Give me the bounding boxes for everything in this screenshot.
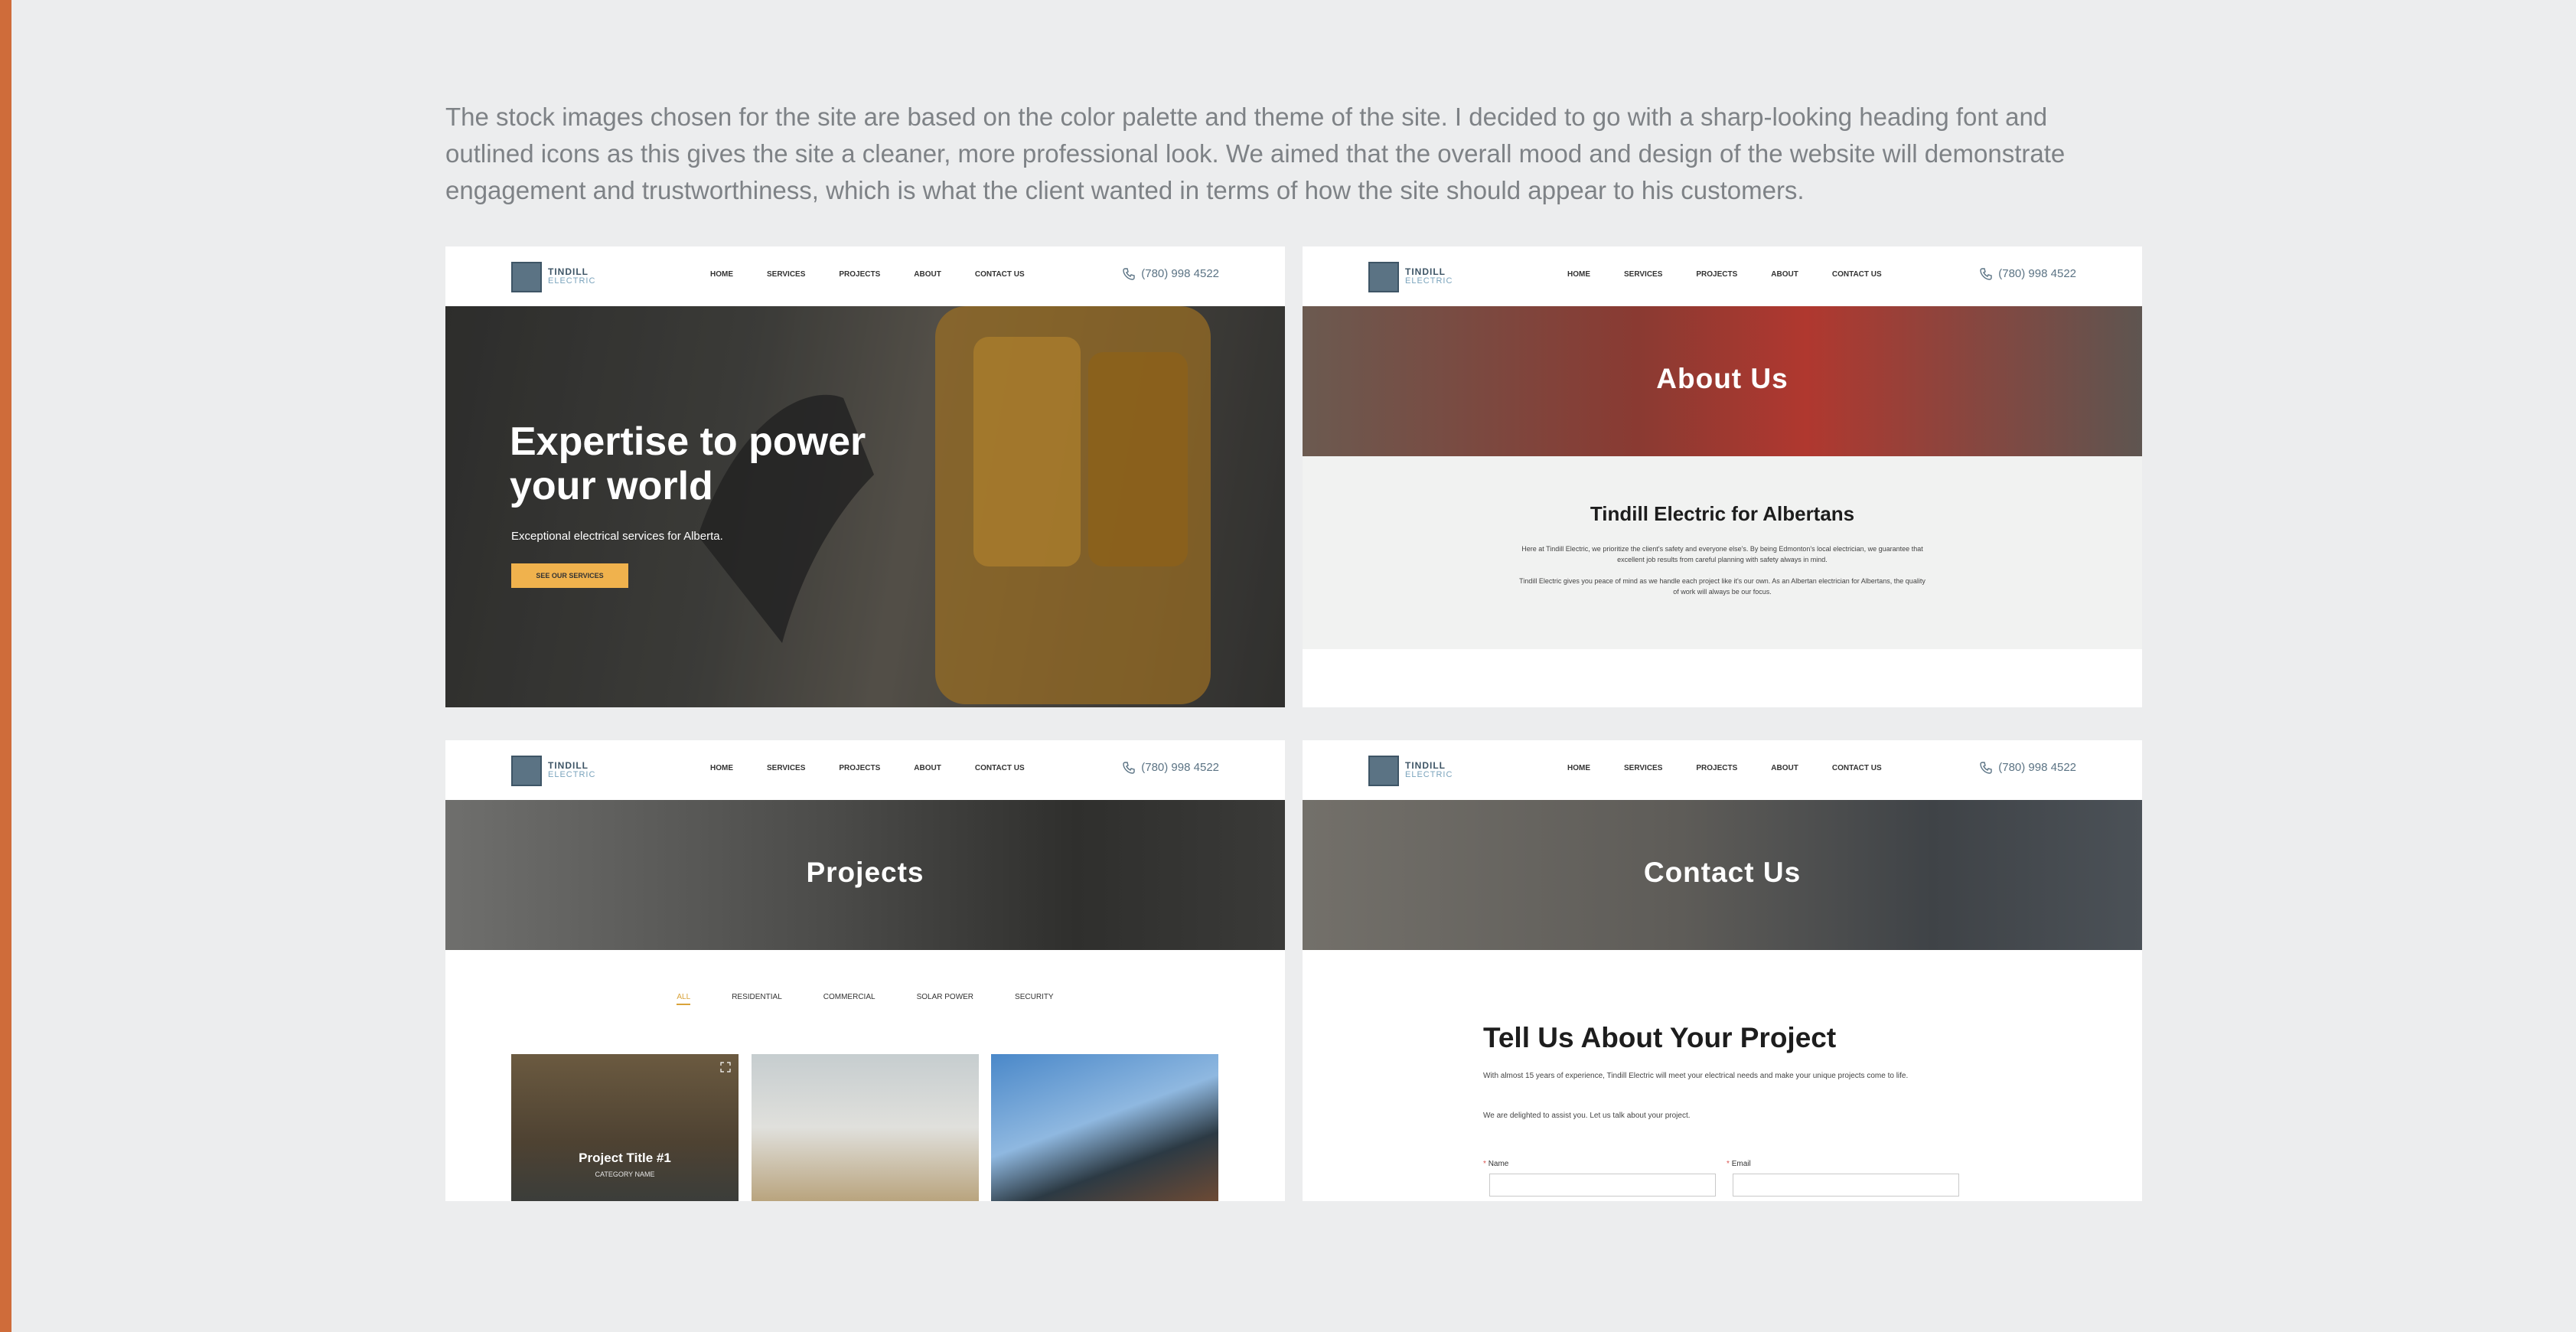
nav-contact[interactable]: CONTACT US	[1832, 764, 1882, 772]
filter-solar-power[interactable]: SOLAR POWER	[917, 993, 973, 1005]
site-logo[interactable]: TINDILL ELECTRIC	[511, 262, 603, 294]
main-nav: HOME SERVICES PROJECTS ABOUT CONTACT US	[1567, 764, 1916, 772]
nav-contact[interactable]: CONTACT US	[975, 270, 1025, 279]
about-page-screenshot: TINDILL ELECTRIC HOME SERVICES PROJECTS …	[1303, 246, 2142, 707]
logo-text: TINDILL	[1405, 266, 1446, 277]
main-nav: HOME SERVICES PROJECTS ABOUT CONTACT US	[1567, 270, 1916, 279]
logo-text: TINDILL	[548, 266, 589, 277]
logo-subtext: ELECTRIC	[548, 276, 596, 286]
phone-link[interactable]: (780) 998 4522	[1123, 761, 1219, 774]
nav-projects[interactable]: PROJECTS	[839, 764, 880, 772]
about-heading: Tindill Electric for Albertans	[1590, 502, 1855, 525]
nav-contact[interactable]: CONTACT US	[975, 764, 1025, 772]
name-field[interactable]	[1489, 1174, 1716, 1197]
name-label: * Name	[1483, 1160, 1509, 1168]
nav-home[interactable]: HOME	[1567, 764, 1590, 772]
logo-subtext: ELECTRIC	[548, 770, 596, 779]
nav-projects[interactable]: PROJECTS	[1696, 270, 1737, 279]
main-nav: HOME SERVICES PROJECTS ABOUT CONTACT US	[710, 764, 1058, 772]
filter-all[interactable]: ALL	[677, 993, 691, 1005]
logo-subtext: ELECTRIC	[1405, 770, 1453, 779]
project-filters: ALL RESIDENTIAL COMMERCIAL SOLAR POWER S…	[445, 993, 1285, 1005]
contact-banner: Contact Us	[1303, 800, 2142, 950]
project-tile-title: Project Title #1	[579, 1151, 671, 1165]
logo-mark-icon	[511, 262, 542, 292]
nav-services[interactable]: SERVICES	[767, 270, 805, 279]
projects-page-screenshot: TINDILL ELECTRIC HOME SERVICES PROJECTS …	[445, 740, 1285, 1201]
site-logo[interactable]: TINDILL ELECTRIC	[511, 756, 603, 788]
phone-icon	[1123, 761, 1135, 774]
logo-subtext: ELECTRIC	[1405, 276, 1453, 286]
site-header: TINDILL ELECTRIC HOME SERVICES PROJECTS …	[1303, 740, 2142, 800]
nav-about[interactable]: ABOUT	[1771, 270, 1798, 279]
phone-link[interactable]: (780) 998 4522	[1980, 267, 2076, 280]
nav-about[interactable]: ABOUT	[914, 270, 941, 279]
phone-number: (780) 998 4522	[1998, 267, 2076, 280]
contact-page-screenshot: TINDILL ELECTRIC HOME SERVICES PROJECTS …	[1303, 740, 2142, 1201]
see-services-button[interactable]: SEE OUR SERVICES	[511, 563, 628, 588]
hero-image: Expertise to power your world Exceptiona…	[445, 306, 1285, 707]
email-field[interactable]	[1733, 1174, 1959, 1197]
nav-services[interactable]: SERVICES	[767, 764, 805, 772]
nav-home[interactable]: HOME	[710, 764, 733, 772]
filter-security[interactable]: SECURITY	[1015, 993, 1054, 1005]
about-paragraph-2: Tindill Electric gives you peace of mind…	[1519, 577, 1925, 596]
nav-services[interactable]: SERVICES	[1624, 270, 1662, 279]
phone-icon	[1980, 761, 1992, 774]
logo-mark-icon	[1368, 262, 1399, 292]
logo-mark-icon	[1368, 756, 1399, 786]
about-paragraph-1: Here at Tindill Electric, we prioritize …	[1521, 545, 1923, 563]
homepage-screenshot: TINDILL ELECTRIC HOME SERVICES PROJECTS …	[445, 246, 1285, 707]
phone-link[interactable]: (780) 998 4522	[1123, 267, 1219, 280]
about-intro-section: Tindill Electric for Albertans Here at T…	[1303, 456, 2142, 649]
contact-banner-title: Contact Us	[1643, 857, 1802, 888]
logo-text: TINDILL	[548, 760, 589, 771]
site-logo[interactable]: TINDILL ELECTRIC	[1368, 756, 1460, 788]
expand-icon[interactable]	[720, 1062, 731, 1072]
nav-about[interactable]: ABOUT	[914, 764, 941, 772]
logo-mark-icon	[511, 756, 542, 786]
intro-paragraph: The stock images chosen for the site are…	[445, 103, 2066, 204]
contact-paragraph-2: We are delighted to assist you. Let us t…	[1483, 1112, 1691, 1120]
filter-commercial[interactable]: COMMERCIAL	[823, 993, 876, 1005]
nav-projects[interactable]: PROJECTS	[839, 270, 880, 279]
nav-projects[interactable]: PROJECTS	[1696, 764, 1737, 772]
project-tile[interactable]	[752, 1054, 979, 1201]
nav-contact[interactable]: CONTACT US	[1832, 270, 1882, 279]
site-header: TINDILL ELECTRIC HOME SERVICES PROJECTS …	[445, 246, 1285, 306]
phone-number: (780) 998 4522	[1141, 267, 1219, 280]
nav-services[interactable]: SERVICES	[1624, 764, 1662, 772]
contact-heading: Tell Us About Your Project	[1483, 1022, 1837, 1053]
about-banner: About Us	[1303, 306, 2142, 456]
projects-banner: Projects	[445, 800, 1285, 950]
hero-title: Expertise to power your world	[510, 420, 866, 508]
site-logo[interactable]: TINDILL ELECTRIC	[1368, 262, 1460, 294]
project-tile[interactable]	[991, 1054, 1218, 1201]
nav-home[interactable]: HOME	[710, 270, 733, 279]
project-tile[interactable]: Project Title #1 CATEGORY NAME	[511, 1054, 739, 1201]
accent-bar	[0, 0, 11, 1332]
nav-about[interactable]: ABOUT	[1771, 764, 1798, 772]
phone-icon	[1123, 267, 1135, 280]
site-header: TINDILL ELECTRIC HOME SERVICES PROJECTS …	[1303, 246, 2142, 306]
filter-residential[interactable]: RESIDENTIAL	[732, 993, 782, 1005]
phone-icon	[1980, 267, 1992, 280]
projects-banner-title: Projects	[806, 857, 924, 888]
logo-text: TINDILL	[1405, 760, 1446, 771]
phone-link[interactable]: (780) 998 4522	[1980, 761, 2076, 774]
phone-number: (780) 998 4522	[1998, 761, 2076, 774]
email-label: * Email	[1727, 1160, 1751, 1168]
nav-home[interactable]: HOME	[1567, 270, 1590, 279]
hero-subtitle: Exceptional electrical services for Albe…	[511, 530, 723, 543]
about-banner-title: About Us	[1656, 363, 1789, 394]
contact-paragraph-1: With almost 15 years of experience, Tind…	[1483, 1072, 1909, 1080]
site-header: TINDILL ELECTRIC HOME SERVICES PROJECTS …	[445, 740, 1285, 800]
main-nav: HOME SERVICES PROJECTS ABOUT CONTACT US	[710, 270, 1058, 279]
phone-number: (780) 998 4522	[1141, 761, 1219, 774]
project-tile-category: CATEGORY NAME	[595, 1170, 655, 1178]
